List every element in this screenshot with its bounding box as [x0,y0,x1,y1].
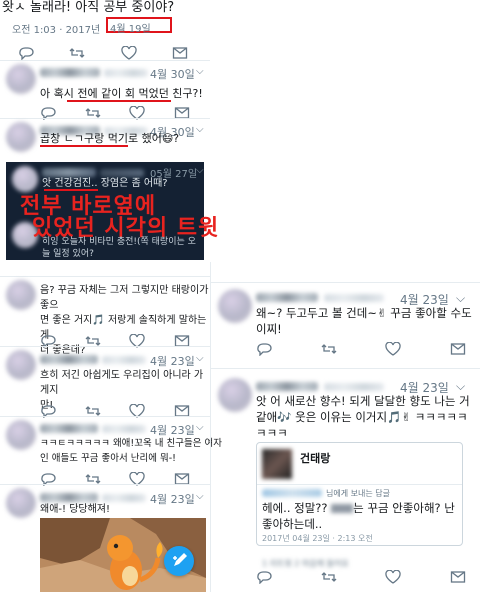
quoted-text-1: 헤에.. 정말?? 는 꾸금 안좋아해? 난 [262,501,455,515]
tweet-text: 왜애-! 당당해져! [40,504,111,515]
quoted-user-name: 건태랑 [300,452,331,465]
quoted-timestamp: 2017년 04월 23일 · 2:13 오전 [262,534,373,543]
top-tweet-date: 4월 19일 [110,24,151,35]
divider [211,368,480,369]
avatar [6,64,36,94]
chevron-down-icon[interactable]: ⌵ [196,491,204,502]
avatar [6,350,36,380]
quoted-reply-label: 님에게 보내는 답글 [326,489,390,498]
heart-icon[interactable] [385,570,401,584]
quoted-text-2: 좋아하는데.. [262,517,323,531]
divider [0,60,210,61]
reply-date: 4월 30일 [150,68,195,81]
chevron-down-icon[interactable]: ⌵ [196,124,204,135]
heart-icon[interactable] [120,46,137,60]
red-underline [40,145,128,147]
avatar [218,378,252,412]
tweet-actions [256,570,466,584]
reply-icon[interactable] [256,342,272,356]
tweet-text: 왜~? 두고두고 볼 건데~✌ 꾸금 좋아할 수도 이찌! [256,306,472,336]
tweet-date: 4월 23일 [150,493,195,506]
chevron-down-icon[interactable]: ⌵ [196,353,204,364]
heart-icon[interactable] [385,342,401,356]
quoted-divider [257,484,462,485]
chevron-down-icon[interactable]: ⌵ [196,422,204,433]
retweet-icon[interactable] [69,46,85,60]
red-underline [67,100,171,102]
tweet-date: 4월 23일 [150,355,195,368]
tweet-text: ㅋㅋㅌㅋㅋㅋㅋㅋ 왜애!꼬옥 내 친구들은 여자 인 애들도 꾸금 좋아서 난리… [40,438,222,464]
user-handle [102,356,146,364]
censored-name [331,504,354,513]
quoted-footer: 1 리트윗 2 마음에 들어요 [262,559,349,568]
avatar [218,289,252,323]
user-name [256,382,318,391]
dm-icon[interactable] [450,342,466,356]
divider [0,484,210,485]
divider [0,118,210,119]
divider [0,346,210,347]
panel-text-2: 히잉 오늘자 비타민 충전!(쪽 태랑이는 오늘 일정 있어? [42,237,196,259]
user-handle [324,383,384,391]
dm-icon[interactable] [450,570,466,584]
tweet-actions [256,342,466,356]
retweet-icon[interactable] [321,570,337,584]
quoted-reply-handle [262,489,322,497]
compose-icon [173,553,187,566]
user-name [40,424,98,433]
column-divider [210,262,211,592]
retweet-icon[interactable] [321,342,337,356]
user-handle [102,425,146,433]
user-handle [324,294,384,302]
divider [0,416,210,417]
user-name [256,293,318,302]
chevron-down-icon[interactable]: ⌵ [196,165,204,176]
user-handle [104,69,148,77]
top-tweet-text: 왓ㅅ 놀래라! 아직 공부 중이야? [2,0,175,15]
reply-icon[interactable] [18,46,34,60]
top-tweet-time: 오전 1:03 · 2017년 [12,25,101,36]
chevron-down-icon[interactable]: ⌵ [456,379,465,394]
avatar [6,122,36,152]
avatar [6,488,36,518]
chevron-down-icon[interactable]: ⌵ [456,291,465,306]
user-name [40,68,100,77]
tweet-text: 앗 어 새로산 향수! 되게 달달한 향도 나는 거 같애🎶 웃은 이유는 이거… [256,394,470,440]
dm-icon[interactable] [172,46,188,60]
avatar [6,280,36,310]
reply-icon[interactable] [256,570,272,584]
user-name [40,493,98,502]
compose-button[interactable] [164,546,194,576]
divider [211,282,480,283]
top-tweet-actions [18,46,188,60]
user-handle [102,494,146,502]
quoted-avatar [262,449,292,479]
divider [0,276,210,277]
chevron-down-icon[interactable]: ⌵ [196,66,204,77]
user-name [40,355,98,364]
avatar [6,420,36,450]
